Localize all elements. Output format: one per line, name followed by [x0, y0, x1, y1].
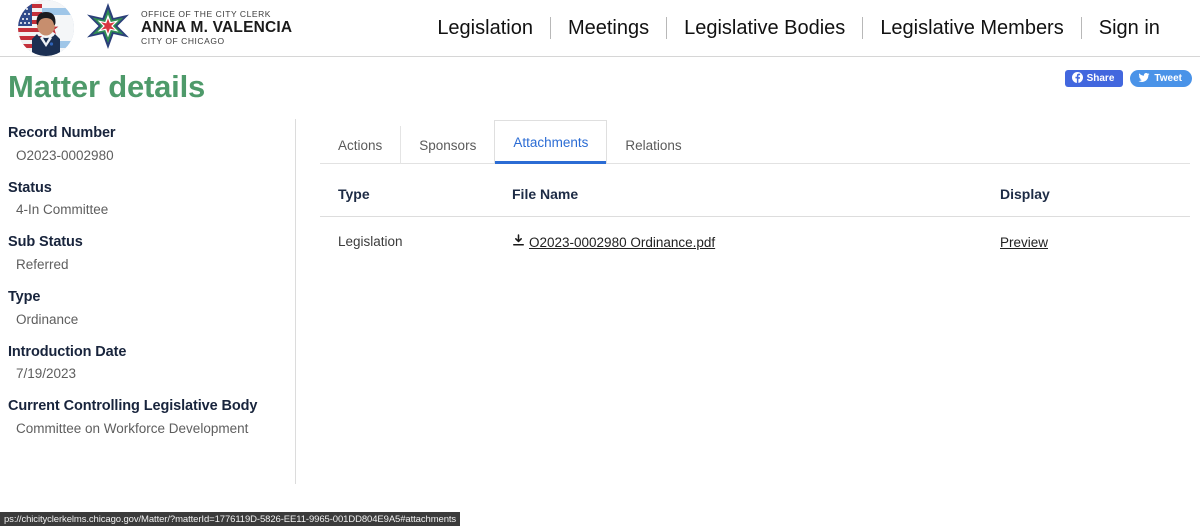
- field-label: Status: [8, 179, 52, 196]
- field-value: O2023-0002980: [16, 147, 114, 163]
- social-share-buttons: Share Tweet: [1064, 70, 1192, 87]
- nav-item-meetings[interactable]: Meetings: [551, 17, 666, 40]
- page-body: Record Number O2023-0002980 Status 4-In …: [0, 119, 1200, 512]
- tab-bar: Actions Sponsors Attachments Relations: [320, 119, 1190, 164]
- table-header-row: Type File Name Display: [320, 186, 1190, 217]
- twitter-bird-icon: [1138, 72, 1150, 86]
- title-row: Matter details Share Tweet: [0, 57, 1200, 119]
- tab-actions[interactable]: Actions: [320, 126, 400, 164]
- field-value: Ordinance: [16, 311, 79, 327]
- brand-name-line: ANNA M. VALENCIA: [141, 18, 293, 36]
- matter-details-sidebar: Record Number O2023-0002980 Status 4-In …: [0, 119, 292, 451]
- brand-text: OFFICE OF THE CITY CLERK ANNA M. VALENCI…: [141, 8, 293, 47]
- download-icon: [512, 234, 525, 250]
- site-header: OFFICE OF THE CITY CLERK ANNA M. VALENCI…: [0, 0, 1200, 57]
- field-label: Sub Status: [8, 234, 83, 251]
- twitter-tweet-label: Tweet: [1154, 73, 1182, 84]
- nav-item-sign-in[interactable]: Sign in: [1082, 17, 1177, 40]
- tab-sponsors[interactable]: Sponsors: [400, 126, 494, 164]
- chicago-star-icon: [84, 2, 132, 55]
- attachment-download-link[interactable]: O2023-0002980 Ordinance.pdf: [512, 234, 715, 250]
- field-value: 7/19/2023: [16, 366, 77, 382]
- field-label: Record Number: [8, 125, 116, 141]
- field-label: Current Controlling Legislative Body: [8, 398, 258, 415]
- brand-office-line: OFFICE OF THE CITY CLERK: [141, 8, 272, 19]
- tab-attachments[interactable]: Attachments: [494, 120, 608, 164]
- field-label: Type: [8, 289, 41, 306]
- table-row: Legislation O2023-0002980 Ordinance.pdf: [320, 217, 1190, 252]
- sidebar-divider: [295, 119, 296, 484]
- field-value: 4-In Committee: [16, 202, 109, 218]
- field-record-number: Record Number O2023-0002980: [8, 123, 292, 167]
- field-status: Status 4-In Committee: [8, 178, 292, 222]
- cell-type: Legislation: [338, 234, 403, 249]
- page-title: Matter details: [8, 69, 206, 104]
- twitter-tweet-button[interactable]: Tweet: [1130, 70, 1192, 87]
- nav-item-legislative-members[interactable]: Legislative Members: [863, 17, 1080, 40]
- facebook-share-label: Share: [1086, 73, 1115, 84]
- tab-relations[interactable]: Relations: [607, 126, 699, 164]
- attachments-table: Type File Name Display Legislation O2023…: [320, 186, 1190, 252]
- nav-item-legislation[interactable]: Legislation: [420, 17, 550, 40]
- attachment-file-name: O2023-0002980 Ordinance.pdf: [529, 234, 716, 250]
- brand-logo[interactable]: OFFICE OF THE CITY CLERK ANNA M. VALENCI…: [0, 0, 292, 56]
- field-introduction-date: Introduction Date 7/19/2023: [8, 342, 292, 386]
- field-sub-status: Sub Status Referred: [8, 232, 292, 276]
- browser-status-bar: ps://chicityclerkelms.chicago.gov/Matter…: [0, 512, 461, 526]
- field-current-controlling-legislative-body: Current Controlling Legislative Body Com…: [8, 396, 292, 440]
- field-label: Introduction Date: [8, 343, 127, 360]
- column-header-file-name: File Name: [512, 186, 579, 202]
- column-header-display: Display: [1000, 186, 1050, 202]
- field-value: Referred: [16, 257, 69, 273]
- main-navigation: Legislation Meetings Legislative Bodies …: [420, 17, 1177, 40]
- cell-display: Preview: [1000, 234, 1180, 252]
- column-header-type: Type: [338, 186, 370, 202]
- portrait-avatar-icon: [18, 0, 74, 56]
- field-value: Committee on Workforce Development: [16, 421, 249, 437]
- nav-item-legislative-bodies[interactable]: Legislative Bodies: [667, 17, 862, 40]
- facebook-share-button[interactable]: Share: [1064, 70, 1124, 87]
- field-type: Type Ordinance: [8, 287, 292, 331]
- facebook-icon: [1071, 71, 1083, 86]
- preview-link[interactable]: Preview: [1000, 235, 1048, 250]
- brand-city-line: CITY OF CHICAGO: [141, 36, 225, 47]
- cell-file-name: O2023-0002980 Ordinance.pdf: [512, 234, 1000, 252]
- main-panel: Actions Sponsors Attachments Relations T…: [320, 119, 1190, 252]
